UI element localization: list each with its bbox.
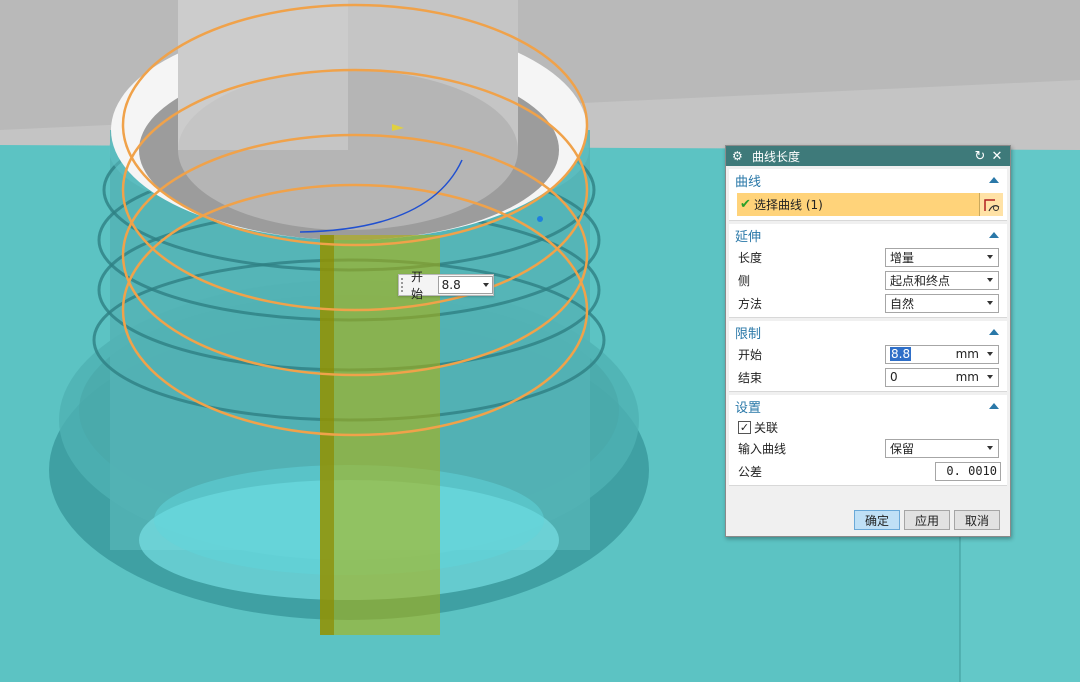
length-label: 长度 <box>738 250 763 265</box>
section-extend: 延伸 长度 增量 侧 起点和终点 方法 自然 <box>729 224 1007 318</box>
start-input[interactable]: 8.8 mm <box>885 344 999 364</box>
select-curve-label: 选择曲线 (1) <box>754 198 823 212</box>
end-label: 结束 <box>738 370 763 385</box>
chevron-down-icon[interactable] <box>483 283 489 287</box>
associative-checkbox[interactable]: ✓ <box>738 420 751 434</box>
end-value: 0 <box>890 370 898 384</box>
section-limit-title: 限制 <box>735 326 762 342</box>
dialog-titlebar[interactable]: ⚙ 曲线长度 ↻ ✕ <box>726 146 1010 166</box>
start-value: 8.8 <box>890 347 912 361</box>
section-settings-header[interactable]: 设置 <box>729 395 1007 417</box>
floating-start-input[interactable]: 开始 8.8 <box>398 270 494 301</box>
check-icon: ✔ <box>740 197 751 212</box>
input-curve-row: 输入曲线 保留 <box>729 437 1007 459</box>
dialog-button-bar: 确定 应用 取消 <box>726 510 1010 530</box>
method-select-value: 自然 <box>890 296 915 311</box>
cancel-button[interactable]: 取消 <box>954 510 1000 530</box>
select-curve-row[interactable]: ✔ 选择曲线 (1) <box>737 193 1003 216</box>
floating-start-field[interactable]: 8.8 <box>437 276 493 294</box>
collapse-icon[interactable] <box>989 403 999 409</box>
side-select-value: 起点和终点 <box>890 273 951 288</box>
end-unit: mm <box>955 370 979 384</box>
extend-method-row: 方法 自然 <box>729 292 1007 314</box>
input-curve-label: 输入曲线 <box>738 441 787 456</box>
start-unit: mm <box>955 347 979 361</box>
tolerance-label: 公差 <box>738 464 763 479</box>
curve-handle[interactable] <box>537 216 543 222</box>
input-curve-select[interactable]: 保留 <box>885 438 999 458</box>
chevron-down-icon[interactable] <box>987 375 993 379</box>
side-select[interactable]: 起点和终点 <box>885 270 999 290</box>
section-extend-title: 延伸 <box>735 229 762 245</box>
drag-grip-icon[interactable] <box>401 278 407 292</box>
input-curve-value: 保留 <box>890 441 915 456</box>
side-label: 侧 <box>738 273 751 288</box>
chevron-down-icon[interactable] <box>987 255 993 259</box>
tolerance-input[interactable]: 0. 0010 <box>935 461 1001 481</box>
chevron-down-icon[interactable] <box>987 301 993 305</box>
chevron-down-icon[interactable] <box>987 278 993 282</box>
collapse-icon[interactable] <box>989 177 999 183</box>
extend-length-row: 长度 增量 <box>729 246 1007 268</box>
section-limit-header[interactable]: 限制 <box>729 321 1007 343</box>
apply-button[interactable]: 应用 <box>904 510 950 530</box>
limit-end-row: 结束 0 mm <box>729 366 1007 388</box>
section-curve: 曲线 ✔ 选择曲线 (1) <box>729 169 1007 221</box>
section-settings-title: 设置 <box>735 400 762 416</box>
close-icon[interactable]: ✕ <box>990 149 1004 164</box>
gear-icon[interactable]: ⚙ <box>732 149 746 163</box>
associative-row[interactable]: ✓ 关联 <box>729 417 1007 437</box>
reset-icon[interactable]: ↻ <box>973 149 987 164</box>
floating-start-label: 开始 <box>410 270 423 301</box>
collapse-icon[interactable] <box>989 232 999 238</box>
start-label: 开始 <box>738 347 763 362</box>
curve-length-dialog: ⚙ 曲线长度 ↻ ✕ 曲线 ✔ 选择曲线 (1) 延伸 长度 增量 侧 起点和终… <box>725 145 1011 537</box>
chevron-down-icon[interactable] <box>987 446 993 450</box>
floating-start-value: 8.8 <box>441 278 461 292</box>
associative-label: 关联 <box>754 420 779 435</box>
length-select[interactable]: 增量 <box>885 247 999 267</box>
curve-rule-button[interactable] <box>979 193 1003 216</box>
collapse-icon[interactable] <box>989 329 999 335</box>
section-settings: 设置 ✓ 关联 输入曲线 保留 公差 0. 0010 <box>729 395 1007 486</box>
limit-start-row: 开始 8.8 mm <box>729 343 1007 365</box>
section-curve-title: 曲线 <box>735 174 762 190</box>
chevron-down-icon[interactable] <box>987 352 993 356</box>
section-extend-header[interactable]: 延伸 <box>729 224 1007 246</box>
method-select[interactable]: 自然 <box>885 293 999 313</box>
section-limit: 限制 开始 8.8 mm 结束 0 mm <box>729 321 1007 392</box>
length-select-value: 增量 <box>890 250 915 265</box>
tolerance-row: 公差 0. 0010 <box>729 460 1007 482</box>
end-input[interactable]: 0 mm <box>885 367 999 387</box>
ok-button[interactable]: 确定 <box>854 510 900 530</box>
dialog-title: 曲线长度 <box>752 149 801 164</box>
extend-side-row: 侧 起点和终点 <box>729 269 1007 291</box>
section-curve-header[interactable]: 曲线 <box>729 169 1007 191</box>
method-label: 方法 <box>738 296 763 311</box>
curve-rule-icon <box>983 198 999 211</box>
